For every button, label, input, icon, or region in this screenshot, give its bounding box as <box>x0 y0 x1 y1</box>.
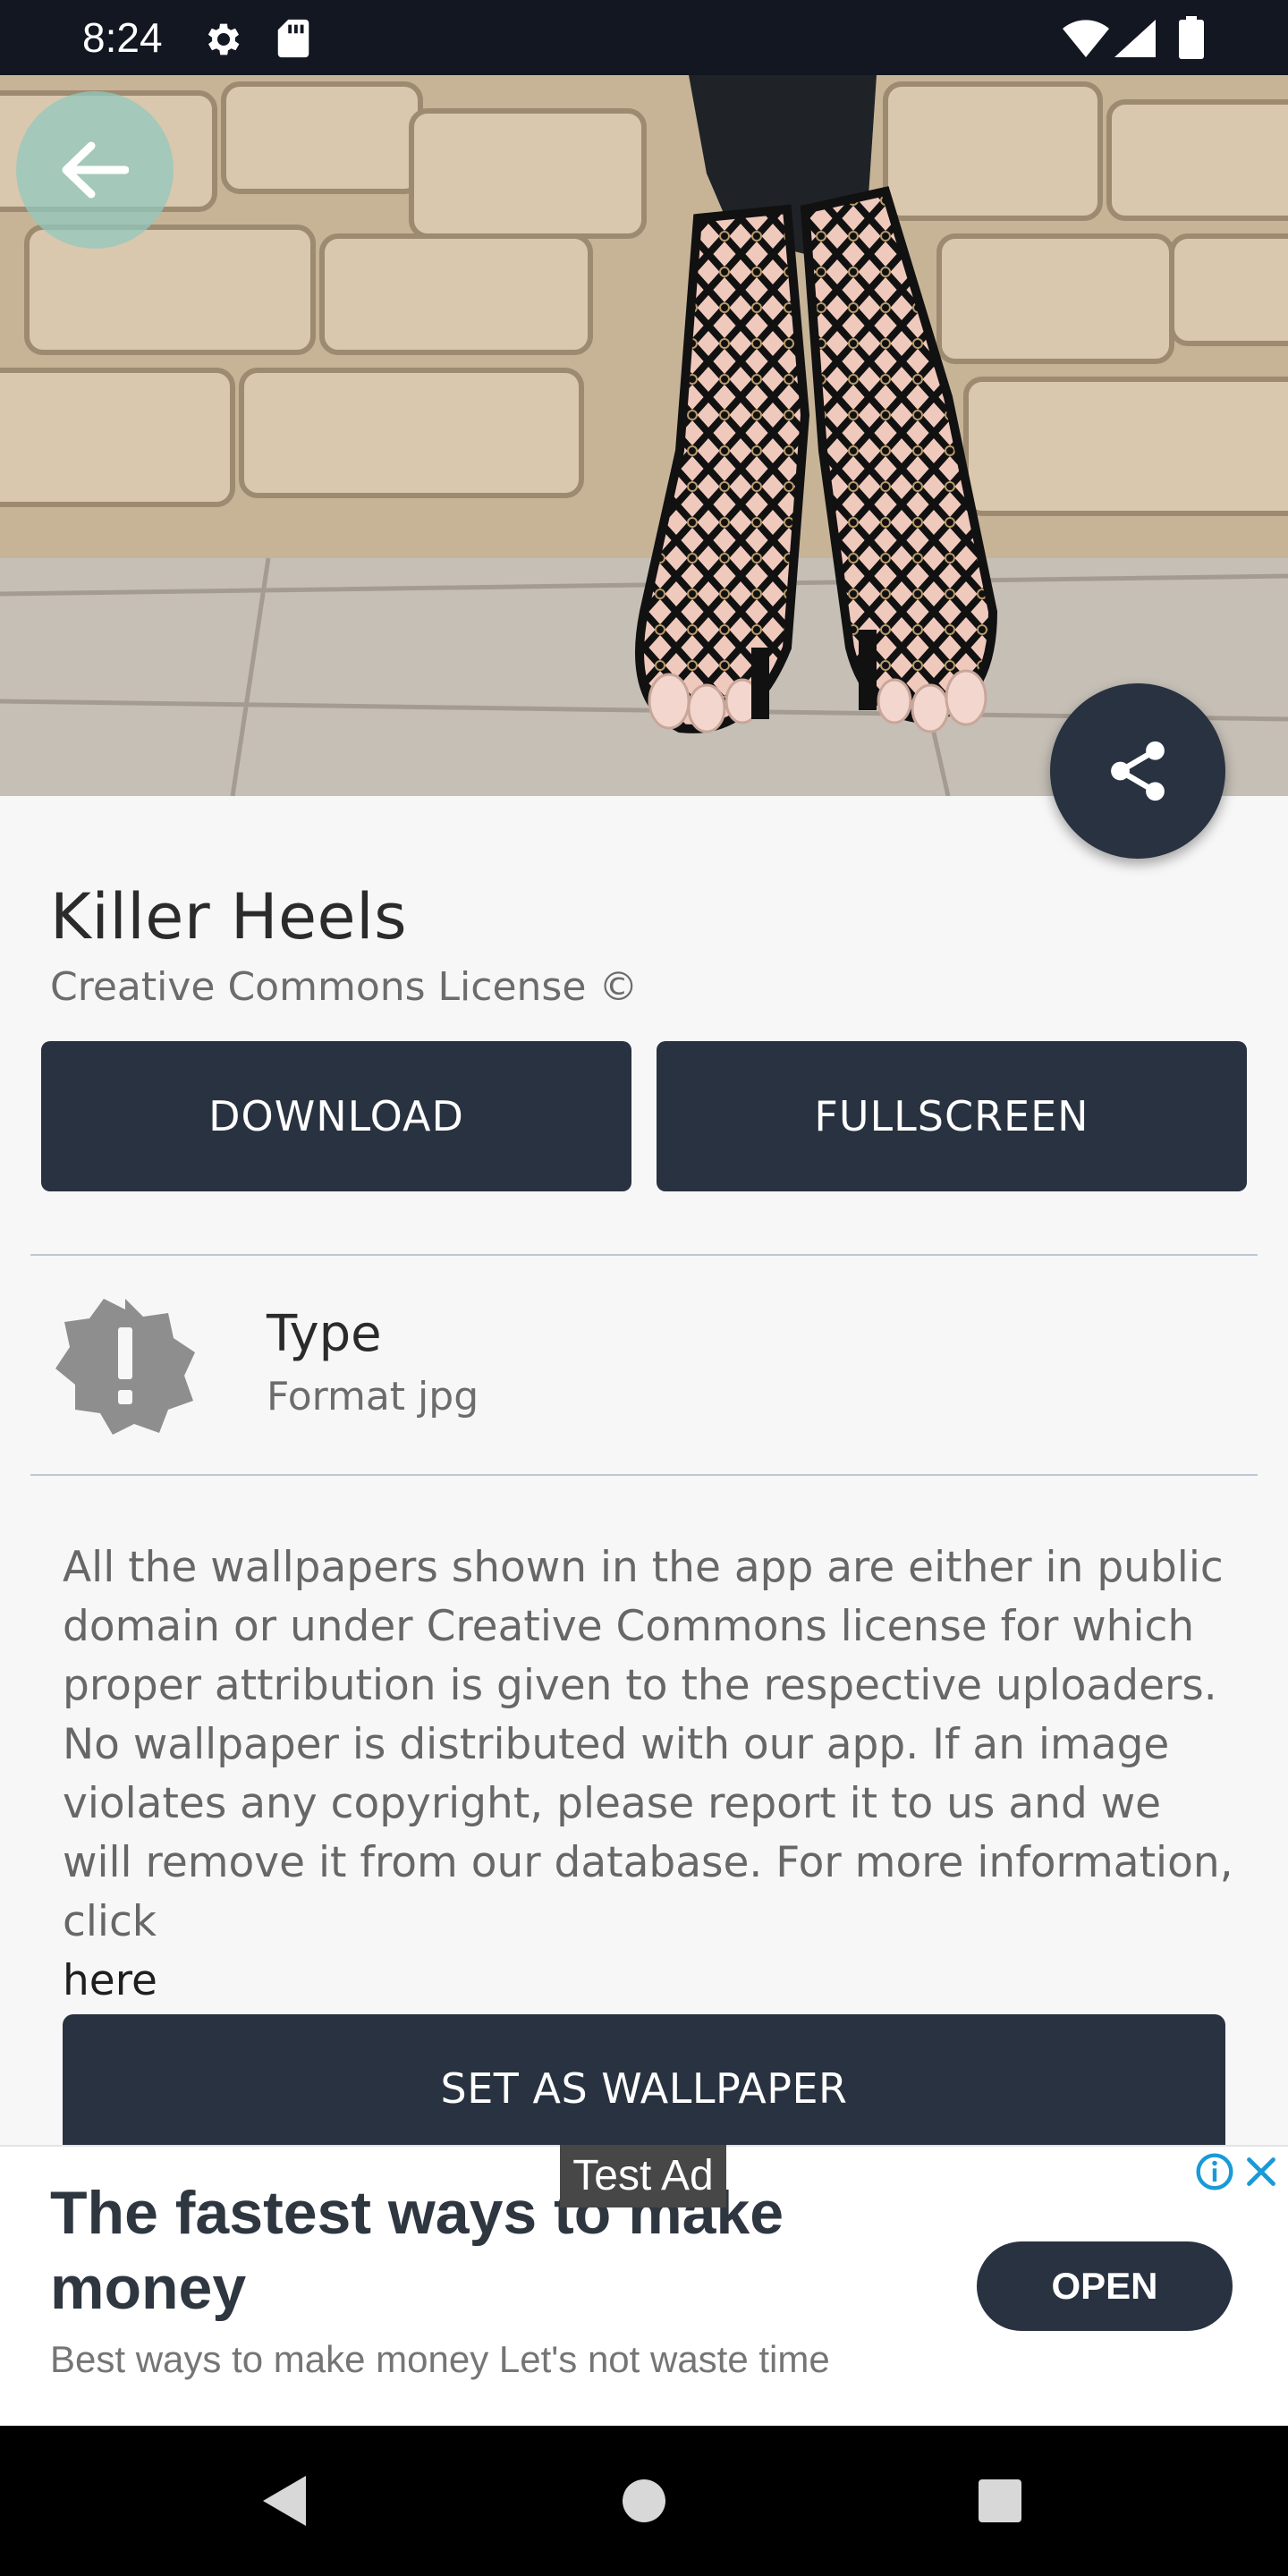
type-label: Type <box>267 1305 382 1363</box>
disclaimer-text: All the wallpapers shown in the app are … <box>63 1538 1243 2011</box>
ad-info-icon[interactable] <box>1195 2152 1234 2191</box>
alert-badge-icon <box>55 1299 195 1435</box>
status-time: 8:24 <box>82 14 163 61</box>
share-icon <box>1111 741 1165 801</box>
set-as-wallpaper-button[interactable]: SET AS WALLPAPER <box>63 2014 1225 2166</box>
type-value: Format jpg <box>267 1374 479 1419</box>
nav-home-icon[interactable] <box>621 2478 667 2524</box>
download-button[interactable]: DOWNLOAD <box>41 1041 631 1191</box>
disclaimer-body: All the wallpapers shown in the app are … <box>63 1543 1233 1946</box>
back-button[interactable] <box>16 91 174 249</box>
fullscreen-button[interactable]: FULLSCREEN <box>657 1041 1247 1191</box>
ad-close-icon[interactable] <box>1245 2156 1277 2188</box>
wallpaper-image[interactable] <box>0 75 1288 796</box>
wifi-icon <box>1063 20 1109 57</box>
signal-icon <box>1114 20 1156 57</box>
wallpaper-title: Killer Heels <box>50 880 408 953</box>
battery-icon <box>1179 16 1204 59</box>
nav-recents-icon[interactable] <box>977 2478 1023 2524</box>
nav-back-icon[interactable] <box>259 2472 309 2529</box>
share-button[interactable] <box>1050 683 1225 859</box>
status-bar: 8:24 <box>0 0 1288 75</box>
more-info-link[interactable]: here <box>63 1956 157 2005</box>
gear-icon <box>208 23 240 55</box>
test-ad-label: Test Ad <box>560 2145 726 2207</box>
ad-headline[interactable]: The fastest ways to make money <box>50 2175 945 2326</box>
arrow-back-icon <box>62 141 129 199</box>
divider <box>30 1474 1258 1476</box>
ad-body[interactable]: Best ways to make money Let's not waste … <box>50 2334 830 2385</box>
license-text: Creative Commons License © <box>50 964 639 1010</box>
sd-card-icon <box>277 19 309 58</box>
ad-open-button[interactable]: OPEN <box>977 2241 1233 2331</box>
divider <box>30 1254 1258 1256</box>
